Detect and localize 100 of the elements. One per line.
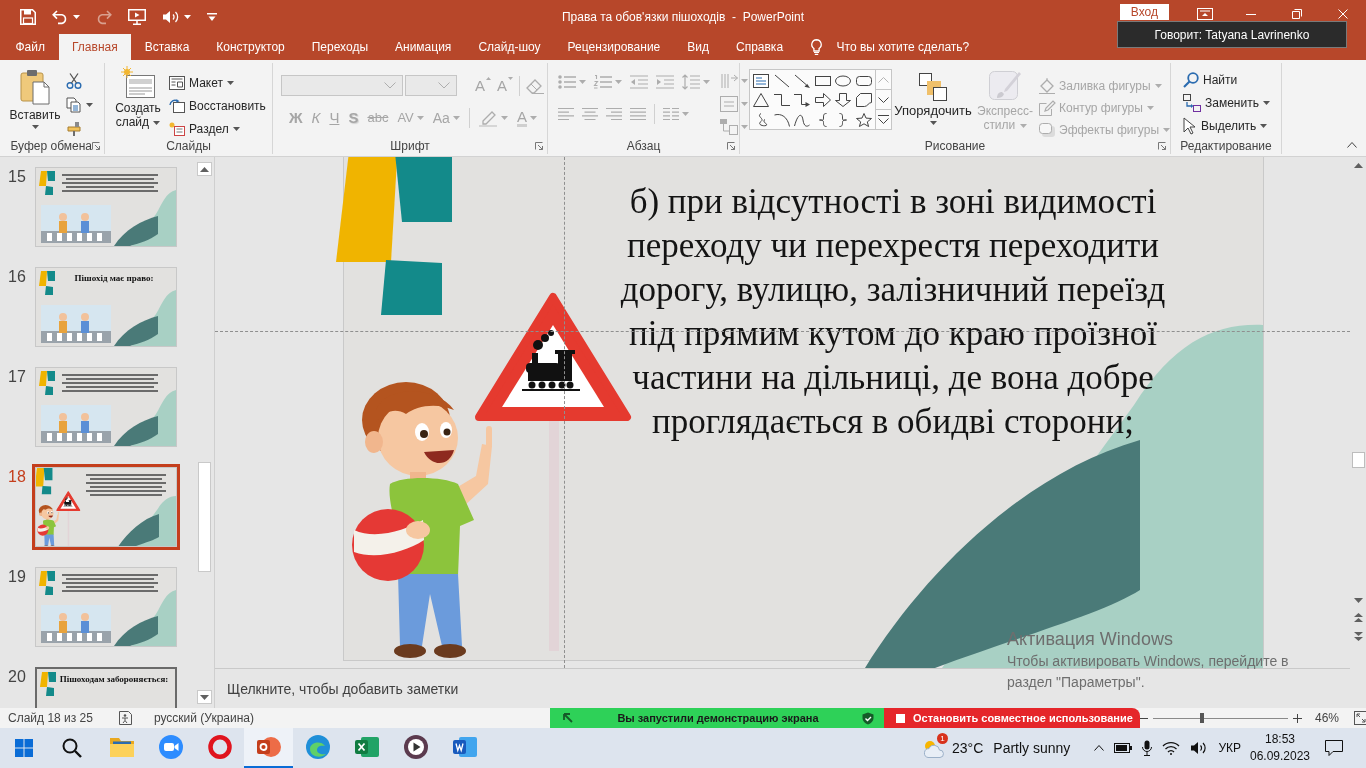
notes-field[interactable]: Щелкните, чтобы добавить заметки (227, 680, 987, 697)
slider-thumb[interactable] (1199, 713, 1204, 723)
slide-thumbnail[interactable] (35, 467, 177, 547)
slide-command-button[interactable]: Макет (169, 74, 266, 92)
search-icon[interactable] (62, 738, 82, 758)
ribbon-tab[interactable]: Слайд-шоу (464, 34, 555, 60)
slide-title: Пішоходам забороняється: (58, 674, 170, 684)
oval-icon[interactable] (835, 73, 852, 88)
corner-decoration-drawing (39, 371, 55, 395)
ribbon-tab[interactable]: Рецензирование (554, 34, 674, 60)
arrange-button[interactable]: Упорядочить (895, 69, 971, 138)
accessibility-icon[interactable] (118, 711, 133, 725)
notification-badge: 1 (937, 733, 949, 744)
slide-command-button[interactable]: Восстановить (169, 97, 266, 115)
scroll-up-icon[interactable] (1353, 163, 1363, 168)
ribbon-tab[interactable]: Вставка (131, 34, 203, 60)
ribbon-tab[interactable]: Файл (2, 34, 59, 60)
ribbon-display-icon[interactable] (1197, 8, 1213, 20)
paintbrush-icon[interactable] (66, 121, 82, 137)
scroll-down-button[interactable] (197, 690, 212, 704)
curve-icon[interactable] (794, 112, 811, 127)
dialog-launcher-icon[interactable] (1158, 142, 1166, 150)
slide-thumbnail[interactable]: Пішохід має право: (35, 267, 177, 347)
font-size-field[interactable] (405, 75, 457, 96)
arc-icon[interactable] (773, 112, 790, 127)
speech-bubble-icon[interactable] (1325, 740, 1343, 756)
caret-icon (741, 102, 748, 106)
ribbon-tab[interactable]: Вид (673, 34, 723, 60)
clock-time[interactable]: 18:53 (1265, 731, 1295, 748)
monitor-icon[interactable] (128, 9, 146, 25)
scrollbar-thumb[interactable] (198, 462, 211, 572)
undo-icon[interactable] (52, 10, 68, 24)
rectangle-icon[interactable] (814, 73, 831, 88)
line-icon[interactable] (773, 73, 790, 88)
ribbon-tab[interactable]: Главная (58, 34, 132, 60)
caret-icon (529, 115, 537, 120)
ribbon-tab[interactable]: Конструктор (202, 34, 299, 60)
editing-button[interactable]: Заменить (1183, 94, 1281, 112)
input-language[interactable]: УКР (1218, 741, 1241, 755)
sign-in-button[interactable]: Вход (1119, 4, 1169, 20)
stop-sharing-button[interactable]: Остановить совместное использование (884, 708, 1140, 728)
ribbon-tab[interactable]: Переходы (298, 34, 382, 60)
elbow-line-icon[interactable] (773, 93, 790, 108)
copy-icon[interactable] (66, 97, 82, 113)
slide-number: 17 (7, 367, 27, 387)
dialog-launcher-icon[interactable] (535, 142, 543, 150)
weather-icon[interactable] (922, 738, 945, 758)
weather-condition[interactable]: Partly sunny (993, 740, 1071, 756)
temperature[interactable]: 23°C (952, 740, 984, 756)
new-slide-button[interactable]: Создать слайд (111, 66, 165, 138)
slide-thumbnail[interactable]: Пішоходам забороняється: (35, 667, 177, 708)
speaker-icon[interactable] (1190, 741, 1207, 755)
fit-to-window-icon[interactable] (1354, 711, 1366, 725)
slide-thumbnail[interactable] (35, 167, 177, 247)
plus-icon[interactable] (1293, 713, 1302, 723)
dialog-launcher-icon[interactable] (727, 142, 735, 150)
restore-icon[interactable] (1292, 9, 1302, 19)
scroll-down-icon[interactable] (1353, 598, 1363, 603)
ribbon-tab[interactable]: Справка (722, 34, 797, 60)
taskbar-button[interactable] (244, 728, 293, 768)
zoom-level[interactable]: 46% (1315, 711, 1340, 725)
right-arrow-icon[interactable] (814, 93, 831, 108)
scissors-icon[interactable] (66, 73, 82, 89)
slide-thumbnail[interactable] (35, 567, 177, 647)
elbow-arrow-icon[interactable] (794, 93, 811, 108)
text-box-icon[interactable] (753, 73, 770, 88)
paste-button[interactable]: Вставить (8, 67, 62, 138)
dialog-launcher-icon[interactable] (92, 142, 100, 150)
editing-button[interactable]: Выделить (1183, 117, 1281, 135)
tell-me-search[interactable]: Что вы хотите сделать? (836, 40, 970, 54)
caret-icon (929, 121, 937, 125)
snipped-shape-icon[interactable] (855, 93, 872, 108)
scrollbar-thumb[interactable] (1351, 452, 1365, 468)
slide-command-button[interactable]: Раздел (169, 120, 266, 138)
star-icon[interactable] (855, 112, 872, 127)
caret-icon (1163, 127, 1170, 132)
right-brace-icon[interactable] (839, 112, 848, 127)
collapse-ribbon-icon[interactable] (1347, 142, 1357, 148)
language-status[interactable]: русский (Украина) (153, 711, 255, 725)
triangle-icon[interactable] (753, 93, 770, 108)
microphone-icon[interactable] (1142, 740, 1153, 756)
battery-icon[interactable] (1114, 743, 1133, 753)
editing-button[interactable]: Найти (1183, 71, 1281, 89)
rounded-rectangle-icon[interactable] (855, 73, 872, 88)
minus-icon[interactable] (1140, 717, 1148, 719)
chevron-up-icon[interactable] (1094, 745, 1105, 751)
slide-thumbnail[interactable] (35, 367, 177, 447)
arrow-icon[interactable] (794, 73, 811, 88)
save-icon[interactable] (20, 9, 36, 25)
scroll-up-button[interactable] (197, 162, 212, 176)
double-down-arrow-icon[interactable] (1353, 632, 1363, 641)
customize-icon[interactable] (207, 13, 217, 21)
ribbon-tab[interactable]: Анимация (381, 34, 465, 60)
minimize-icon[interactable] (1246, 13, 1256, 15)
left-brace-icon[interactable] (818, 112, 827, 127)
clock-date[interactable]: 06.09.2023 (1249, 748, 1311, 765)
wifi-icon[interactable] (1162, 741, 1181, 755)
double-up-arrow-icon[interactable] (1353, 613, 1363, 622)
down-arrow-icon[interactable] (835, 93, 852, 108)
close-icon[interactable] (1338, 9, 1348, 19)
